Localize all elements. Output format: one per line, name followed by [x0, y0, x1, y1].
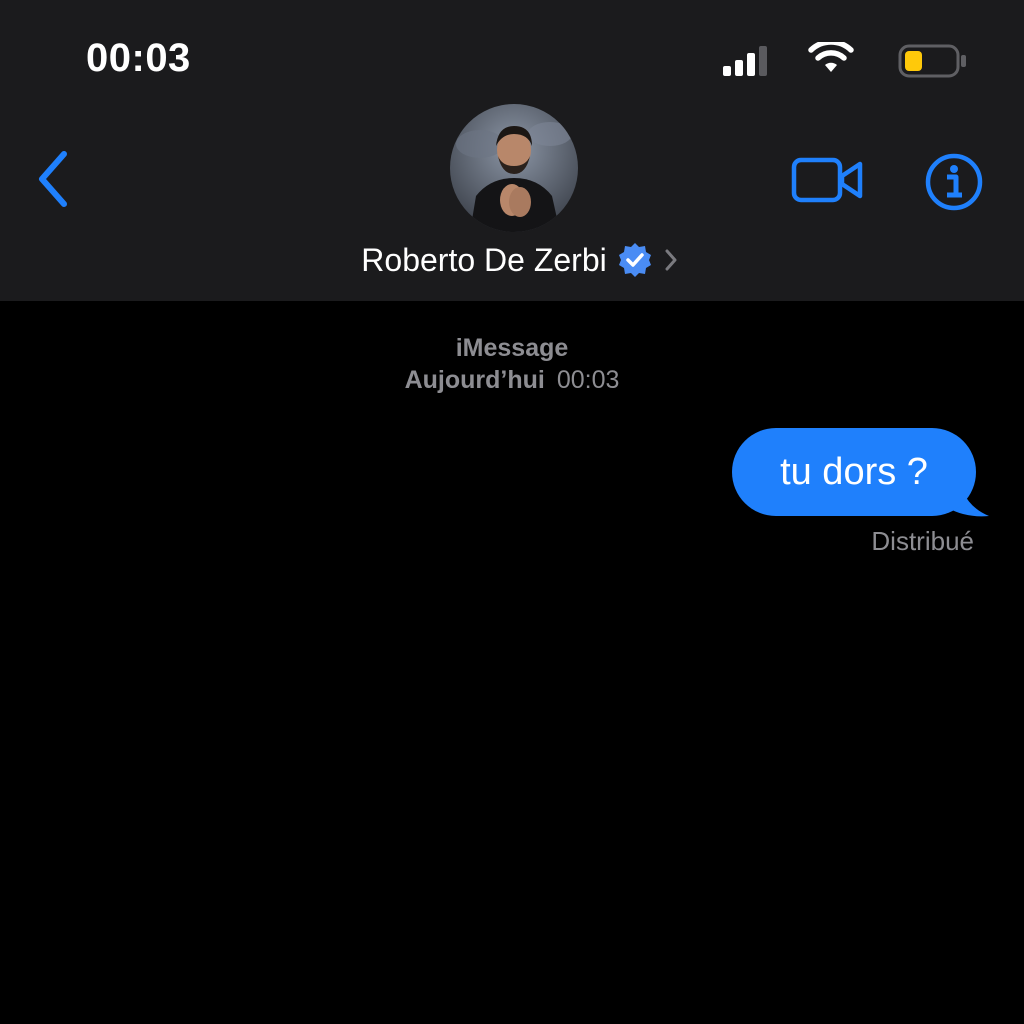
messages-screen: 00:03 Roberto De Zerbi iMessage Aujourd’…	[0, 0, 1024, 1024]
chevron-right-icon	[665, 249, 677, 271]
info-icon	[925, 153, 983, 211]
contact-details-button[interactable]: Roberto De Zerbi	[0, 236, 1024, 284]
battery-icon	[898, 44, 966, 78]
contact-avatar[interactable]	[450, 104, 578, 232]
back-button[interactable]	[30, 148, 80, 212]
signal-icon	[723, 46, 767, 76]
status-time: 00:03	[86, 36, 191, 80]
service-label: iMessage	[455, 334, 569, 362]
verified-badge-icon	[618, 243, 651, 277]
message-text: tu dors ?	[780, 450, 928, 493]
video-camera-icon	[791, 157, 863, 203]
contact-name: Roberto De Zerbi	[361, 241, 607, 278]
wifi-icon	[808, 42, 854, 72]
sent-message-bubble[interactable]: tu dors ?	[732, 428, 976, 516]
timestamp-day: Aujourd’hui	[404, 366, 545, 394]
navigation-header: 00:03 Roberto De Zerbi	[0, 0, 1024, 301]
delivery-status: Distribué	[871, 526, 974, 556]
video-call-button[interactable]	[790, 154, 866, 206]
timestamp-time: 00:03	[556, 366, 620, 394]
avatar	[450, 104, 578, 232]
chevron-left-icon	[39, 151, 67, 207]
conversation-timestamp: Aujourd’hui 00:03	[0, 366, 1024, 395]
info-button[interactable]	[924, 152, 984, 212]
